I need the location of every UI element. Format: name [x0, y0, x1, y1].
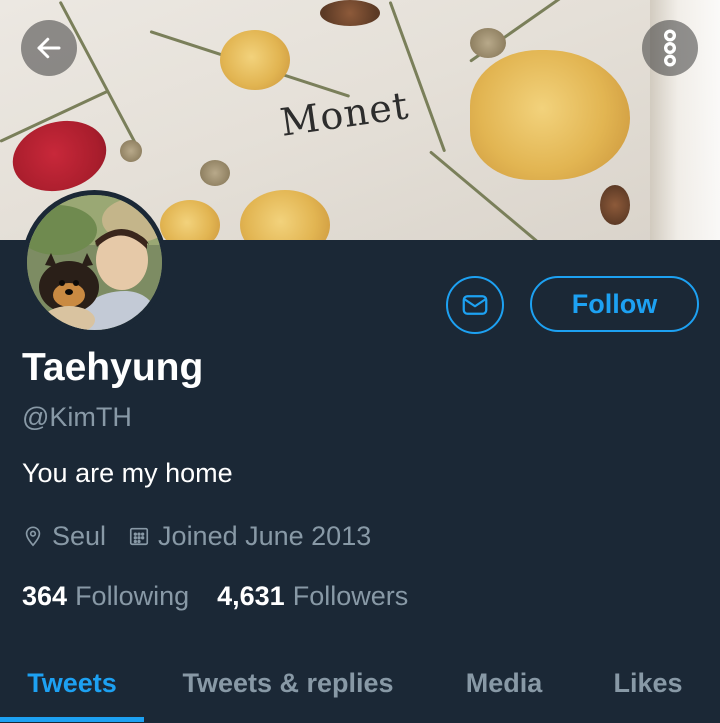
envelope-icon — [460, 290, 490, 320]
profile-location: Seul — [52, 520, 107, 551]
following-count: 364 — [22, 580, 68, 611]
message-button[interactable] — [446, 276, 504, 334]
tab-tweets-and-replies[interactable]: Tweets & replies — [160, 644, 416, 723]
profile-handle: @KimTH — [22, 402, 132, 432]
location-pin-icon — [22, 524, 44, 548]
profile-meta: Seul Joined June 2013 — [22, 518, 371, 554]
more-options-button[interactable] — [642, 20, 698, 76]
avatar[interactable] — [22, 190, 167, 335]
profile-name: Taehyung — [22, 346, 204, 389]
active-tab-indicator — [0, 717, 144, 722]
followers-label: Followers — [292, 580, 409, 611]
profile-joined-date: Joined June 2013 — [158, 520, 372, 551]
tab-media[interactable]: Media — [440, 644, 568, 723]
followers-count: 4,631 — [217, 580, 285, 611]
tab-likes[interactable]: Likes — [590, 644, 706, 723]
tab-tweets[interactable]: Tweets — [0, 644, 144, 723]
following-link[interactable]: 364 Following — [22, 581, 189, 612]
profile-bio: You are my home — [22, 458, 233, 488]
arrow-left-icon — [34, 33, 64, 63]
calendar-icon — [128, 524, 150, 548]
profile-stats: 364 Following 4,631 Followers — [22, 578, 408, 614]
banner-text: Monet — [277, 83, 412, 145]
following-label: Following — [75, 580, 190, 611]
follow-button[interactable]: Follow — [530, 276, 699, 332]
more-vertical-icon — [655, 28, 685, 68]
back-button[interactable] — [21, 20, 77, 76]
profile-tabs: Tweets Tweets & replies Media Likes — [0, 644, 720, 723]
followers-link[interactable]: 4,631 Followers — [217, 581, 408, 612]
